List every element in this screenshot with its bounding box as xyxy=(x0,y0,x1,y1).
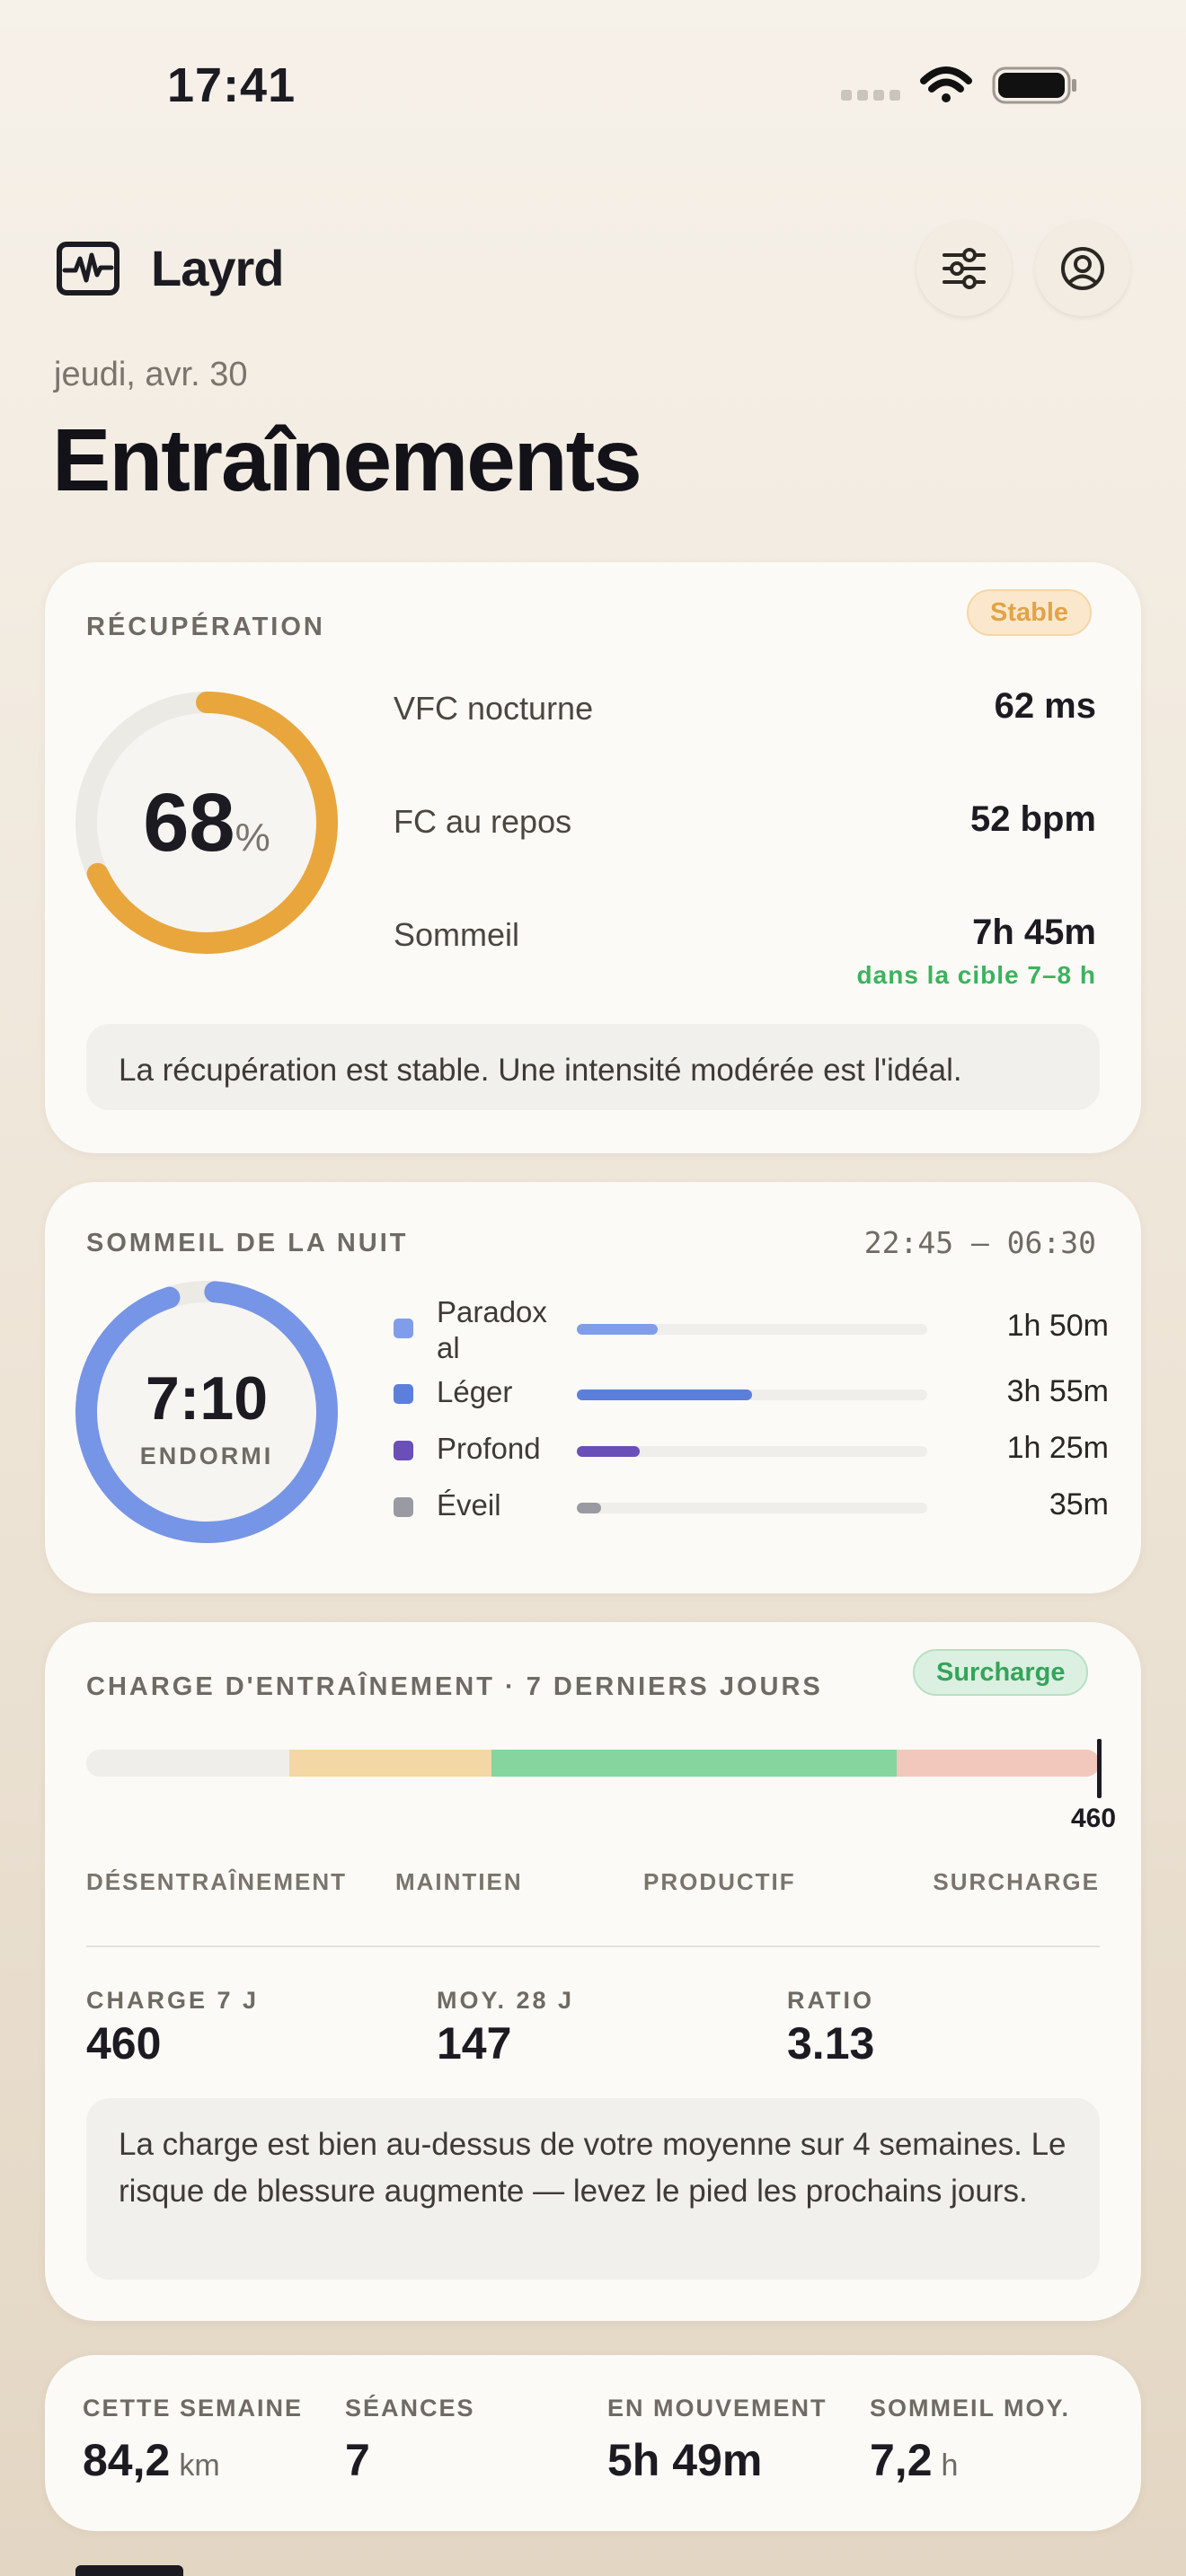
activity-icon xyxy=(57,242,119,296)
resting-hr-label: FC au repos xyxy=(394,803,572,840)
status-time: 17:41 xyxy=(167,58,296,112)
stage-duration: 35m xyxy=(1049,1487,1109,1522)
page-title: Entraînements xyxy=(52,410,642,509)
sleep-stage-row: Profond 1h 25m xyxy=(394,1427,1109,1472)
recovery-message: La récupération est stable. Une intensit… xyxy=(86,1024,1100,1110)
app-name: Layrd xyxy=(151,240,284,296)
recovery-label: RÉCUPÉRATION xyxy=(86,613,325,641)
stage-bar-track xyxy=(577,1446,927,1457)
stage-color-dot xyxy=(394,1441,413,1460)
training-load-card[interactable]: CHARGE D'ENTRAÎNEMENT · 7 DERNIERS JOURS… xyxy=(45,1622,1141,2321)
sleep-time-range: 22:45 — 06:30 xyxy=(863,1225,1096,1260)
sleep-total-label: ENDORMI xyxy=(139,1442,274,1469)
sleep-stage-row: Paradox al 1h 50m xyxy=(394,1295,1109,1364)
load-message: La charge est bien au-dessus de votre mo… xyxy=(86,2098,1100,2280)
week-distance-number: 84,2 xyxy=(83,2435,171,2485)
sleep-total: 7:10 ENDORMI xyxy=(72,1277,341,1547)
week-distance-value: 84,2 km xyxy=(83,2434,220,2486)
load-marker-value: 460 xyxy=(1071,1804,1117,1833)
sessions-label: SÉANCES xyxy=(345,2395,475,2422)
sleep-total-value: 7:10 xyxy=(145,1364,269,1433)
load-7d-label: CHARGE 7 J xyxy=(86,1987,260,2014)
profile-button[interactable] xyxy=(1035,221,1130,316)
stage-color-dot xyxy=(394,1497,413,1517)
sleep-target-note: dans la cible 7–8 h xyxy=(856,961,1096,989)
recovery-score-unit: % xyxy=(235,816,270,860)
zone-label-maintenance: MAINTIEN xyxy=(395,1868,523,1895)
stage-bar-fill xyxy=(577,1389,752,1400)
stage-bar-track xyxy=(577,1324,927,1335)
load-marker xyxy=(1097,1739,1102,1798)
sleep-card[interactable]: SOMMEIL DE LA NUIT 22:45 — 06:30 7:10 EN… xyxy=(45,1182,1141,1593)
load-7d-value: 460 xyxy=(86,2018,162,2069)
zone-label-productive: PRODUCTIF xyxy=(643,1868,796,1895)
avg-28d-label: MOY. 28 J xyxy=(437,1987,575,2014)
profile-icon xyxy=(1061,247,1104,290)
avg-sleep-label: SOMMEIL MOY. xyxy=(870,2395,1071,2422)
cellular-signal-icon xyxy=(841,90,900,101)
recovery-card[interactable]: RÉCUPÉRATION Stable 68% VFC nocturne 62 … xyxy=(45,562,1141,1153)
stage-bar-fill xyxy=(577,1446,641,1457)
sleep-value: 7h 45m xyxy=(972,913,1096,952)
ratio-value: 3.13 xyxy=(787,2018,875,2069)
sleep-stage-row: Léger 3h 55m xyxy=(394,1371,1109,1416)
sliders-icon xyxy=(943,248,986,289)
zone-segment-productive xyxy=(491,1750,898,1777)
avg-sleep-unit: h xyxy=(941,2448,959,2483)
hrv-label: VFC nocturne xyxy=(394,690,594,727)
zone-segment-maintenance xyxy=(288,1750,492,1777)
training-load-label: CHARGE D'ENTRAÎNEMENT · 7 DERNIERS JOURS xyxy=(86,1672,823,1701)
stage-duration: 3h 55m xyxy=(1006,1374,1109,1408)
moving-time-label: EN MOUVEMENT xyxy=(607,2395,828,2422)
sleep-section-label: SOMMEIL DE LA NUIT xyxy=(86,1229,409,1257)
status-icons xyxy=(841,66,1076,104)
zone-segment-overload xyxy=(897,1750,1100,1777)
sleep-stage-row: Éveil 35m xyxy=(394,1484,1109,1529)
load-zone-bar xyxy=(86,1750,1100,1777)
stage-bar-track xyxy=(577,1503,927,1513)
stage-color-dot xyxy=(394,1319,413,1338)
stage-name: Éveil xyxy=(437,1488,501,1522)
zone-label-overload: SURCHARGE xyxy=(933,1868,1100,1895)
sleep-label: Sommeil xyxy=(394,916,520,953)
current-date: jeudi, avr. 30 xyxy=(54,356,248,393)
weekly-summary-card[interactable]: CETTE SEMAINE 84,2 km SÉANCES 7 EN MOUVEM… xyxy=(45,2355,1141,2531)
avg-sleep-number: 7,2 xyxy=(870,2435,933,2485)
stage-name: Paradox al xyxy=(437,1295,547,1364)
stage-color-dot xyxy=(394,1384,413,1404)
hrv-value: 62 ms xyxy=(994,686,1096,726)
filter-button[interactable] xyxy=(916,221,1012,316)
zone-label-detraining: DÉSENTRAÎNEMENT xyxy=(86,1868,348,1895)
load-status-badge: Surcharge xyxy=(913,1649,1089,1696)
sessions-value: 7 xyxy=(345,2435,370,2485)
wifi-icon xyxy=(920,66,972,102)
recovery-score: 68% xyxy=(72,688,341,957)
stage-bar-fill xyxy=(577,1324,658,1335)
tab-bar-peek xyxy=(75,2565,183,2576)
resting-hr-value: 52 bpm xyxy=(969,799,1096,839)
avg-sleep-value: 7,2 h xyxy=(870,2434,958,2486)
moving-time-value: 5h 49m xyxy=(607,2435,763,2485)
stage-name: Profond xyxy=(437,1432,541,1465)
stage-bar-fill xyxy=(577,1503,602,1513)
week-distance-unit: km xyxy=(179,2448,220,2483)
stage-name: Léger xyxy=(437,1375,513,1408)
stage-duration: 1h 50m xyxy=(1006,1309,1109,1343)
avg-28d-value: 147 xyxy=(437,2018,512,2069)
recovery-status-badge: Stable xyxy=(967,589,1093,636)
divider xyxy=(86,1945,1100,1947)
ratio-label: RATIO xyxy=(787,1987,874,2014)
stage-bar-track xyxy=(577,1389,927,1400)
week-distance-label: CETTE SEMAINE xyxy=(83,2395,304,2422)
stage-duration: 1h 25m xyxy=(1006,1431,1109,1465)
battery-icon xyxy=(992,66,1076,104)
zone-segment-detraining xyxy=(86,1750,289,1777)
recovery-score-value: 68 xyxy=(143,776,235,869)
